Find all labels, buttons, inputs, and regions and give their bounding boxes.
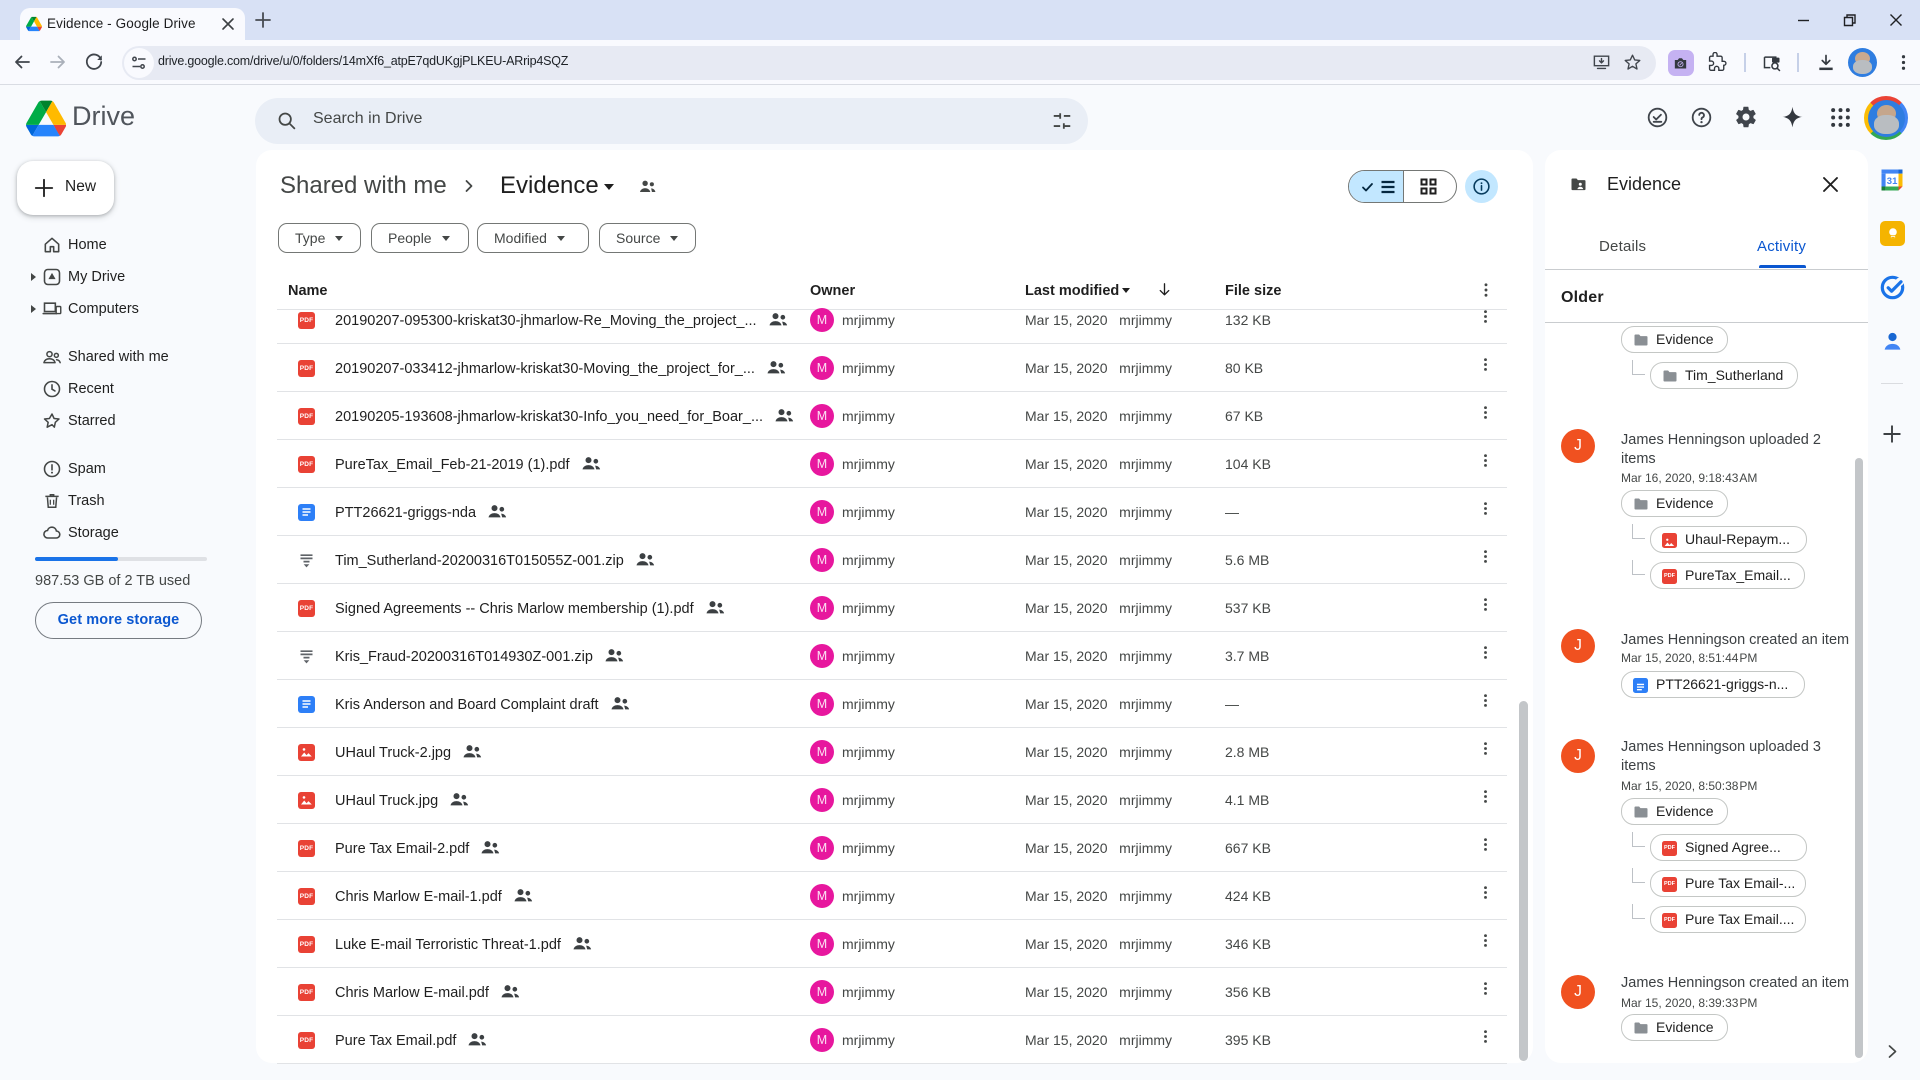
svg-text:31: 31: [1887, 176, 1898, 187]
